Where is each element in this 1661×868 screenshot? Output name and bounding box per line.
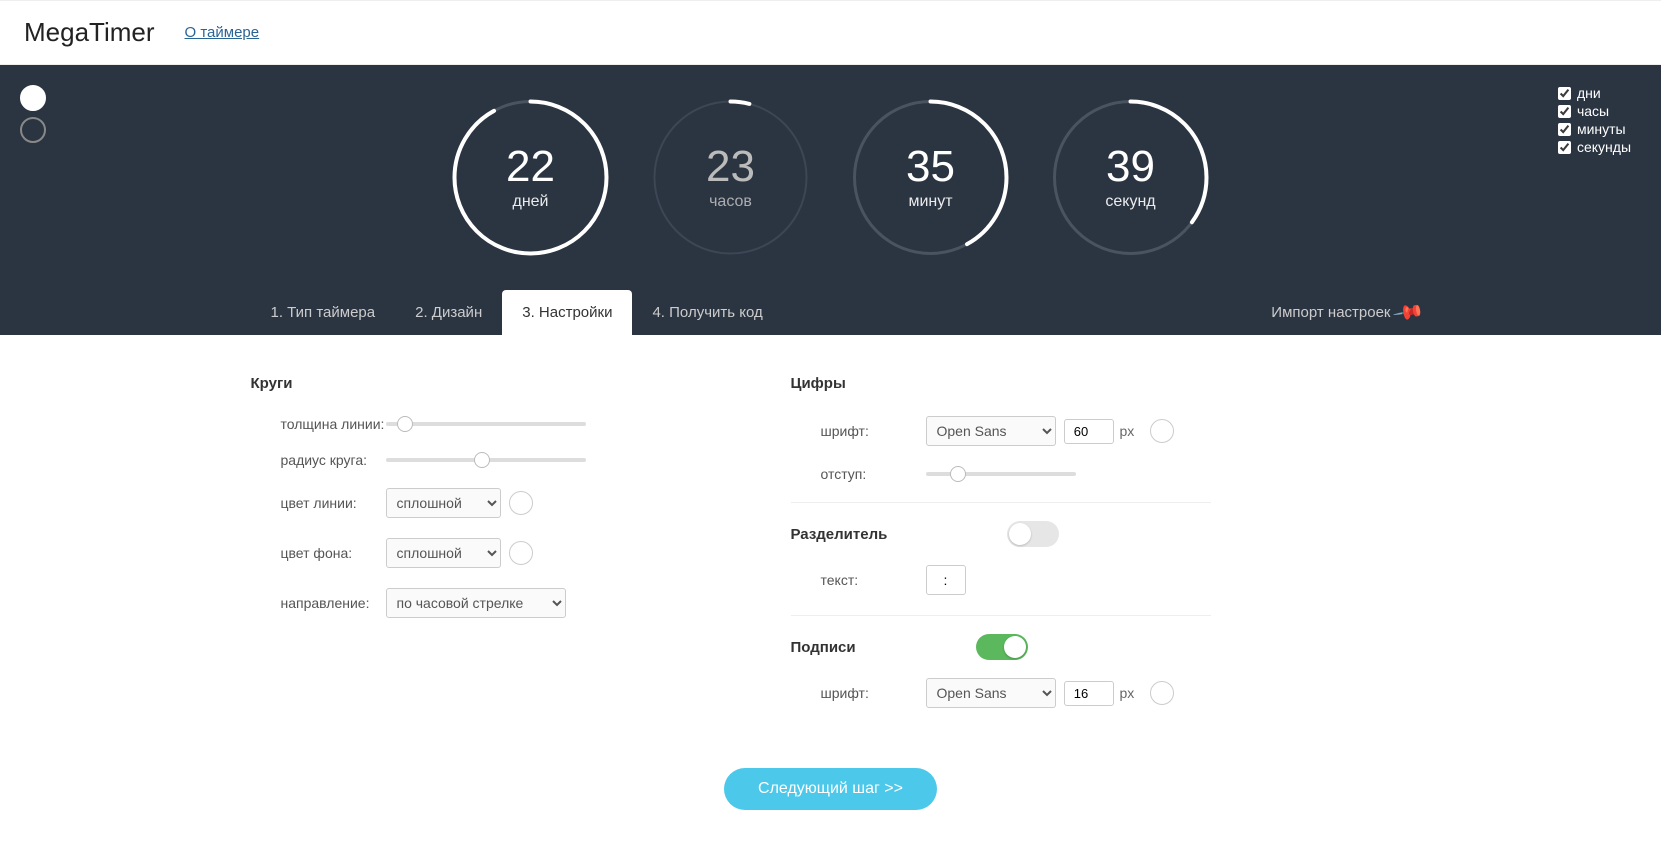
radius-slider[interactable]	[386, 458, 586, 462]
seconds-value: 39	[1105, 145, 1155, 189]
digits-font-label: шрифт:	[791, 423, 926, 439]
separator-toggle[interactable]	[1007, 521, 1059, 547]
line-color-select[interactable]: сплошной	[386, 488, 501, 518]
digits-font-select[interactable]: Open Sans	[926, 416, 1056, 446]
theme-swatches	[20, 85, 46, 143]
circles-title: Круги	[251, 375, 671, 392]
minutes-value: 35	[906, 145, 955, 189]
ring-minutes: 35 минут	[848, 95, 1013, 260]
col-circles: Круги толщина линии: радиус круга: цвет …	[251, 375, 671, 728]
digits-title: Цифры	[791, 375, 1211, 392]
timer-row: 22 дней 23 часов 35 минут 39 секунд	[0, 85, 1661, 290]
bg-color-chip[interactable]	[509, 541, 533, 565]
bg-color-select[interactable]: сплошной	[386, 538, 501, 568]
theme-light-swatch[interactable]	[20, 85, 46, 111]
theme-dark-swatch[interactable]	[20, 117, 46, 143]
captions-toggle[interactable]	[976, 634, 1028, 660]
radius-label: радиус круга:	[251, 452, 386, 468]
footer: Следующий шаг >>	[0, 758, 1661, 850]
line-width-label: толщина линии:	[251, 416, 386, 432]
ring-hours: 23 часов	[648, 95, 813, 260]
digits-color-chip[interactable]	[1150, 419, 1174, 443]
seconds-label: секунд	[1105, 193, 1155, 211]
col-digits: Цифры шрифт: Open Sans px отступ: Раздел…	[791, 375, 1211, 728]
import-settings-link[interactable]: Импорт настроек	[1251, 290, 1410, 335]
ring-days: 22 дней	[448, 95, 613, 260]
tab-type[interactable]: 1. Тип таймера	[251, 290, 396, 335]
line-color-label: цвет линии:	[251, 495, 386, 511]
digits-size-input[interactable]	[1064, 419, 1114, 444]
about-link[interactable]: О таймере	[185, 24, 260, 41]
offset-label: отступ:	[791, 466, 926, 482]
logo: MegaTimer	[24, 17, 155, 48]
separator-text-input[interactable]	[926, 565, 966, 595]
separator-text-label: текст:	[791, 572, 926, 588]
toggle-minutes-checkbox[interactable]	[1558, 123, 1571, 136]
tab-settings[interactable]: 3. Настройки	[502, 290, 632, 335]
days-value: 22	[506, 145, 555, 189]
next-step-button[interactable]: Следующий шаг >>	[724, 768, 937, 810]
offset-slider[interactable]	[926, 472, 1076, 476]
direction-label: направление:	[251, 595, 386, 611]
px-label: px	[1120, 423, 1135, 439]
settings-panel: Круги толщина линии: радиус круга: цвет …	[0, 335, 1661, 758]
captions-title: Подписи	[791, 639, 856, 656]
captions-size-input[interactable]	[1064, 681, 1114, 706]
captions-color-chip[interactable]	[1150, 681, 1174, 705]
bg-color-label: цвет фона:	[251, 545, 386, 561]
preview-panel: дни часы минуты секунды 22 дней 23 часов 3…	[0, 65, 1661, 335]
captions-font-select[interactable]: Open Sans	[926, 678, 1056, 708]
hours-label: часов	[706, 193, 755, 211]
px-label-2: px	[1120, 685, 1135, 701]
tab-design[interactable]: 2. Дизайн	[395, 290, 502, 335]
unit-toggles: дни часы минуты секунды	[1558, 85, 1631, 155]
captions-font-label: шрифт:	[791, 685, 926, 701]
tabs-row: 1. Тип таймера 2. Дизайн 3. Настройки 4.…	[0, 290, 1661, 335]
header: MegaTimer О таймере	[0, 0, 1661, 65]
toggle-seconds-checkbox[interactable]	[1558, 141, 1571, 154]
toggle-seconds[interactable]: секунды	[1558, 139, 1631, 155]
toggle-minutes[interactable]: минуты	[1558, 121, 1631, 137]
line-width-slider[interactable]	[386, 422, 586, 426]
direction-select[interactable]: по часовой стрелке	[386, 588, 566, 618]
ring-seconds: 39 секунд	[1048, 95, 1213, 260]
tab-getcode[interactable]: 4. Получить код	[632, 290, 782, 335]
toggle-days[interactable]: дни	[1558, 85, 1631, 101]
line-color-chip[interactable]	[509, 491, 533, 515]
toggle-days-checkbox[interactable]	[1558, 87, 1571, 100]
toggle-hours[interactable]: часы	[1558, 103, 1631, 119]
toggle-hours-checkbox[interactable]	[1558, 105, 1571, 118]
days-label: дней	[506, 193, 555, 211]
minutes-label: минут	[906, 193, 955, 211]
separator-title: Разделитель	[791, 526, 888, 543]
hours-value: 23	[706, 145, 755, 189]
